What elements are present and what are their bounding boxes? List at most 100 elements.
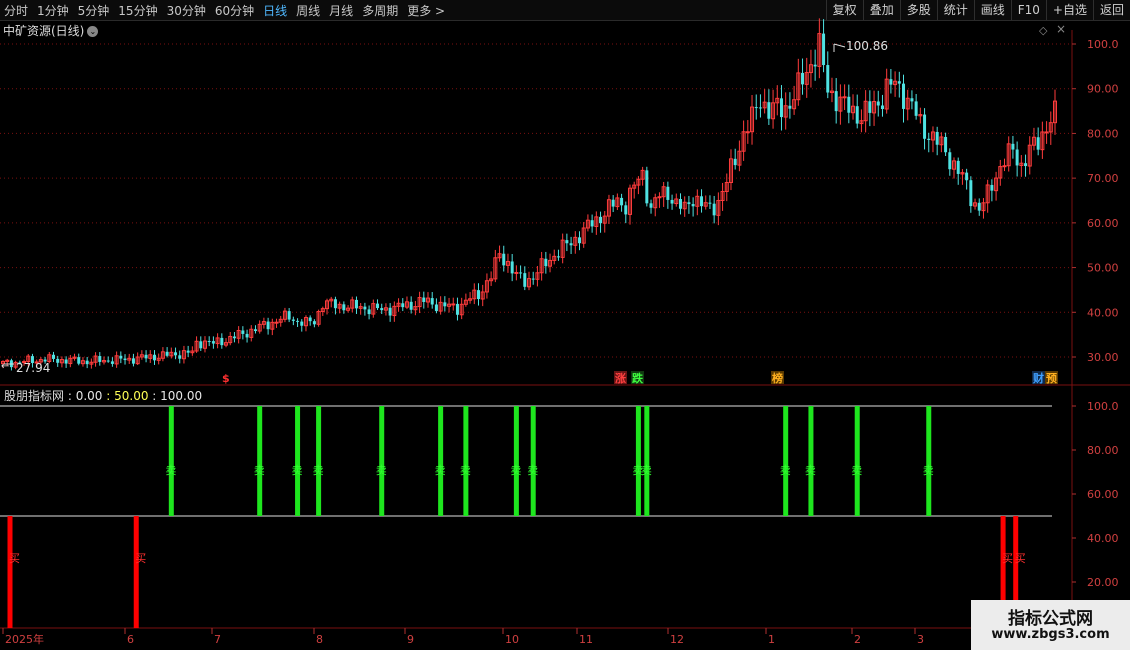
watermark-url: www.zbgs3.com (991, 627, 1110, 642)
candle-body (1044, 131, 1049, 134)
sell-signal-label: 卖 (435, 464, 446, 477)
candle-body (241, 330, 245, 334)
candle-body (123, 358, 127, 361)
candle-body (990, 184, 994, 191)
x-tick-label: 9 (407, 633, 414, 646)
sell-signal-bar (168, 406, 174, 516)
candle-body (956, 160, 960, 174)
sell-signal-bar (635, 406, 641, 516)
candle-body (977, 202, 981, 211)
candle-body (767, 102, 771, 119)
candle-body (649, 203, 653, 208)
sell-signal-label: 卖 (292, 464, 303, 477)
candle-body (556, 256, 560, 258)
candle-body (514, 271, 519, 274)
candle-body (274, 321, 279, 324)
candle-body (523, 273, 527, 287)
candle-body (131, 358, 135, 364)
candle-body (624, 205, 628, 215)
candle-body (477, 290, 481, 300)
ind-y-tick-label: 60.00 (1087, 488, 1119, 501)
ind-y-tick-label: 20.00 (1087, 576, 1119, 589)
candle-body (902, 83, 906, 109)
sell-signal-label: 卖 (510, 464, 521, 477)
event-marker-3: 榜 (772, 371, 783, 385)
candle-body (927, 138, 931, 140)
candle-body (119, 355, 123, 359)
candle-body (502, 253, 506, 266)
candle-body (443, 302, 447, 307)
candle-body (944, 136, 948, 153)
candle-body (451, 303, 456, 306)
candle-body (85, 360, 89, 365)
candle-body (590, 220, 594, 227)
y-tick-label: 100.0 (1087, 38, 1119, 51)
candle-body (312, 321, 316, 325)
sell-signal-label: 卖 (254, 464, 265, 477)
candle-body (914, 101, 918, 116)
x-tick-label: 11 (579, 633, 593, 646)
candle-body (367, 309, 371, 315)
buy-signal-label: 买 (9, 552, 20, 565)
sell-signal-bar (379, 406, 385, 516)
candle-body (422, 297, 426, 302)
low-label: 27.94 (16, 361, 50, 375)
x-tick-label: 12 (670, 633, 684, 646)
candle-body (434, 304, 438, 312)
sell-signal-bar (513, 406, 519, 516)
candle-body (245, 333, 249, 338)
candle-body (296, 320, 300, 322)
sell-signal-bar (530, 406, 536, 516)
event-marker-2: 跌 (632, 371, 644, 385)
watermark-title: 指标公式网 (1008, 609, 1093, 629)
candle-body (1002, 165, 1007, 168)
sell-signal-bar (808, 406, 814, 516)
buy-signal-label: 买 (1002, 552, 1013, 565)
candle-body (287, 311, 291, 320)
sell-signal-label: 卖 (851, 464, 862, 477)
sell-signal-bar (854, 406, 860, 516)
x-tick-label: 7 (214, 633, 221, 646)
candle-body (152, 354, 156, 361)
candle-body (165, 351, 169, 356)
event-marker-4: 财 (1032, 371, 1044, 385)
sell-signal-bar (463, 406, 469, 516)
candle-body (174, 352, 178, 356)
candle-body (678, 199, 682, 209)
candle-body (758, 107, 762, 109)
candle-body (700, 196, 704, 207)
candle-body (401, 303, 405, 308)
candle-body (801, 72, 805, 85)
sell-signal-bar (438, 406, 444, 516)
candle-body (519, 272, 523, 274)
x-tick-label: 2025年 (5, 632, 44, 646)
y-tick-label: 40.00 (1087, 306, 1119, 319)
candle-body (1011, 143, 1015, 150)
candle-body (199, 341, 203, 349)
candle-body (569, 243, 573, 246)
candle-body (897, 81, 901, 84)
candle-body (754, 107, 758, 109)
candle-body (354, 299, 358, 309)
candle-body (56, 358, 60, 363)
candle-body (207, 341, 211, 343)
candle-body (98, 356, 102, 362)
candle-body (876, 101, 880, 106)
candle-body (409, 301, 413, 310)
x-tick-label: 1 (768, 633, 775, 646)
candle-body (510, 261, 514, 274)
chart-canvas[interactable]: 100.0 90.00 80.00 70.00 60.00 50.00 40.00 30.00… (0, 0, 1130, 650)
candle-body (363, 306, 367, 310)
candle-body (923, 114, 927, 139)
candle-body (687, 202, 691, 205)
candle-body (965, 172, 969, 181)
buy-signal-bar (133, 516, 139, 628)
candle-body (380, 308, 384, 311)
sell-signal-label: 卖 (165, 464, 176, 477)
candle-body (826, 65, 830, 93)
sell-signal-label: 卖 (313, 464, 324, 477)
candle-body (178, 355, 182, 359)
candle-body (253, 329, 257, 332)
candle-body (620, 197, 624, 206)
y-tick-label: 30.00 (1087, 351, 1119, 364)
